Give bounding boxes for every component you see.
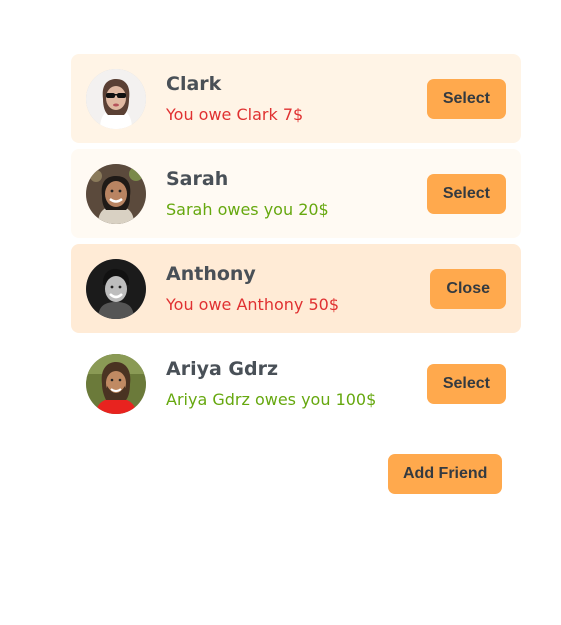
friend-balance: Sarah owes you 20$ bbox=[166, 200, 329, 219]
select-button[interactable]: Select bbox=[426, 364, 506, 404]
select-button[interactable]: Select bbox=[426, 79, 506, 119]
friend-row-anthony: Anthony You owe Anthony 50$ Close bbox=[71, 244, 521, 333]
avatar bbox=[86, 164, 146, 224]
avatar bbox=[86, 354, 146, 414]
friend-balance: You owe Anthony 50$ bbox=[166, 295, 339, 314]
friend-name: Sarah bbox=[166, 168, 229, 190]
add-friend-button[interactable]: Add Friend bbox=[388, 454, 503, 494]
friend-name: Anthony bbox=[166, 263, 256, 285]
avatar bbox=[86, 69, 146, 129]
friend-balance: Ariya Gdrz owes you 100$ bbox=[166, 390, 377, 409]
avatar bbox=[86, 259, 146, 319]
friend-row-ariya-gdrz: Ariya Gdrz Ariya Gdrz owes you 100$ Sele… bbox=[71, 339, 521, 428]
friend-row-sarah: Sarah Sarah owes you 20$ Select bbox=[71, 149, 521, 238]
friend-list: Clark You owe Clark 7$ Select Sarah Sara… bbox=[71, 54, 521, 434]
friend-name: Ariya Gdrz bbox=[166, 358, 279, 380]
friend-name: Clark bbox=[166, 73, 222, 95]
friend-row-clark: Clark You owe Clark 7$ Select bbox=[71, 54, 521, 143]
friend-balance: You owe Clark 7$ bbox=[166, 105, 304, 124]
close-button[interactable]: Close bbox=[430, 269, 506, 309]
select-button[interactable]: Select bbox=[426, 174, 506, 214]
